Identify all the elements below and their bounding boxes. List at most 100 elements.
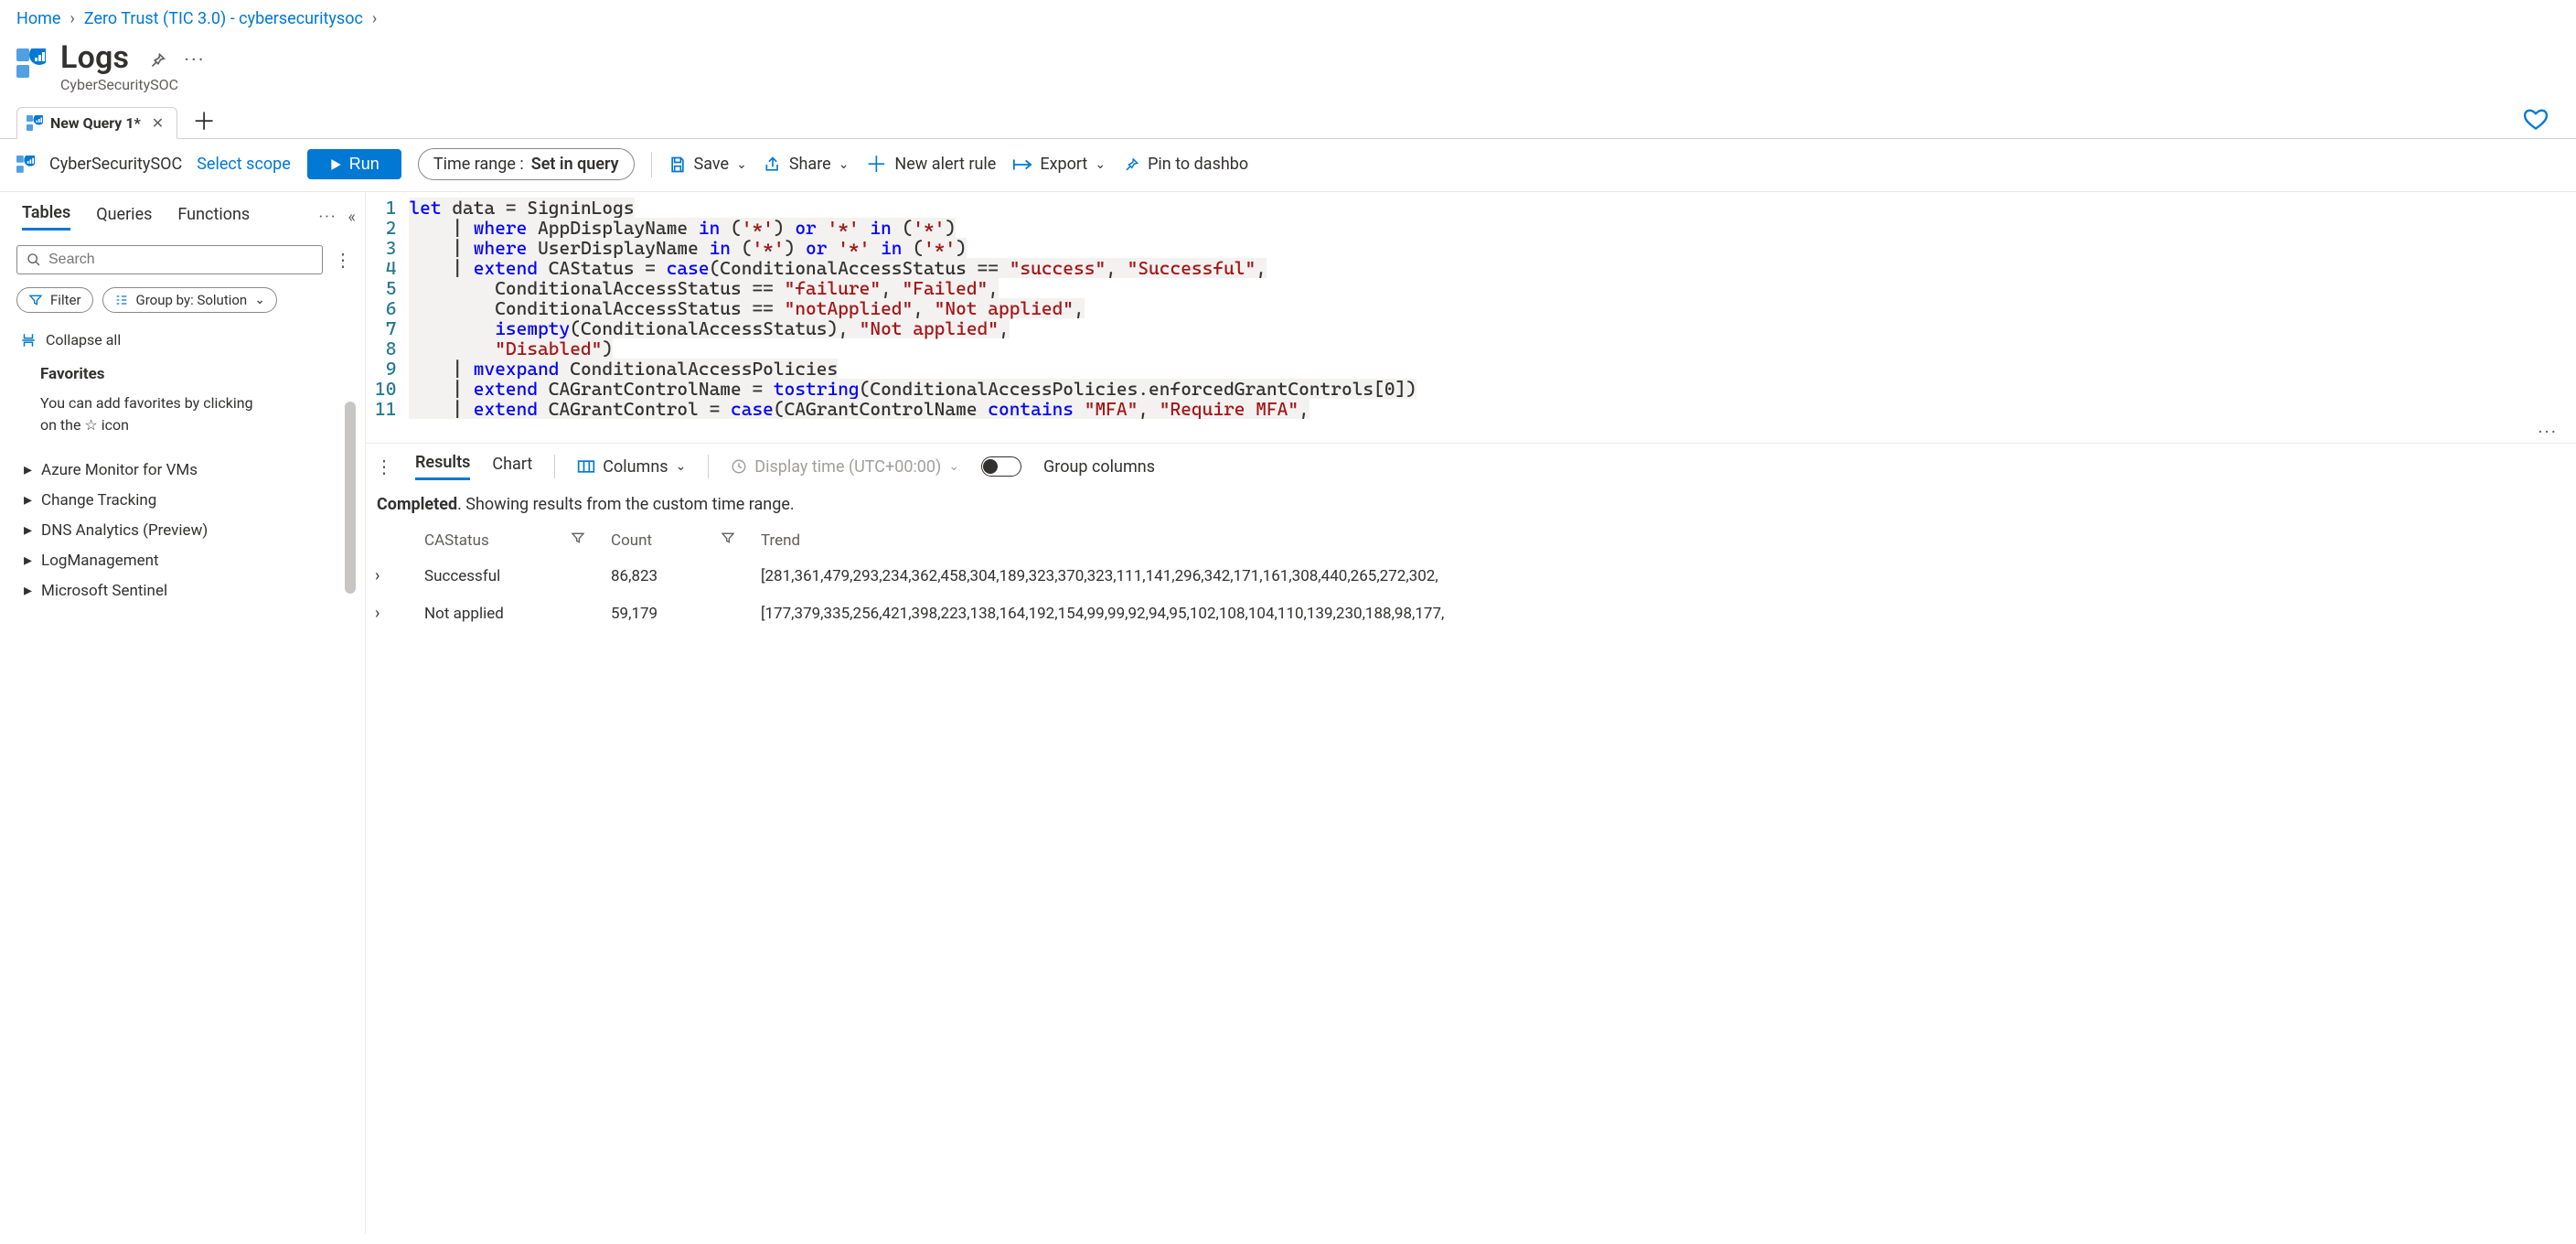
- more-icon[interactable]: ···: [318, 208, 337, 227]
- pin-to-dashboard-button[interactable]: Pin to dashbo: [1122, 155, 1248, 174]
- chevron-down-icon: ⌄: [254, 293, 265, 307]
- column-header-trend[interactable]: Trend: [761, 531, 2567, 550]
- query-editor[interactable]: 1234567891011 let data = SigninLogs | wh…: [366, 192, 2576, 421]
- query-tab-strip: New Query 1* ✕ ＋: [0, 106, 2576, 138]
- chevron-right-icon: ▸: [24, 520, 32, 540]
- select-scope-link[interactable]: Select scope: [197, 155, 291, 174]
- time-range-value: Set in query: [531, 155, 619, 174]
- group-icon: [114, 293, 129, 307]
- breadcrumb-item[interactable]: Zero Trust (TIC 3.0) - cybersecuritysoc: [84, 9, 363, 28]
- pin-icon: [1122, 156, 1140, 174]
- query-tab[interactable]: New Query 1* ✕: [16, 107, 177, 139]
- save-label: Save: [694, 155, 730, 174]
- favorites-help-line2: on the ☆ icon: [40, 416, 129, 434]
- save-button[interactable]: Save ⌄: [668, 155, 747, 174]
- chart-tab[interactable]: Chart: [492, 455, 532, 479]
- share-button[interactable]: Share ⌄: [764, 155, 850, 174]
- time-range-button[interactable]: Time range : Set in query: [418, 148, 635, 180]
- tree-item-label: Microsoft Sentinel: [41, 582, 167, 600]
- chevron-right-icon: ▸: [24, 551, 32, 570]
- sidebar: Tables Queries Functions ··· « ⋮ Filter …: [0, 192, 366, 1234]
- table-row[interactable]: › Not applied 59,179 [177,379,335,256,42…: [375, 595, 2567, 632]
- tree-item[interactable]: ▸ Azure Monitor for VMs: [16, 455, 343, 485]
- collapse-all-button[interactable]: Collapse all: [20, 331, 356, 349]
- favorites-help-line1: You can add favorites by clicking: [40, 394, 253, 412]
- expand-row-icon[interactable]: ›: [375, 604, 415, 623]
- cell-castatus: Not applied: [424, 605, 561, 623]
- status-line: Completed. Showing results from the cust…: [366, 486, 2576, 523]
- filter-icon[interactable]: [571, 531, 602, 550]
- chevron-right-icon: ▸: [24, 460, 32, 479]
- group-by-button[interactable]: Group by: Solution ⌄: [102, 287, 277, 313]
- pin-label: Pin to dashbo: [1148, 155, 1248, 174]
- display-time-button[interactable]: Display time (UTC+00:00) ⌄: [731, 457, 959, 477]
- new-alert-rule-button[interactable]: ＋ New alert rule: [865, 155, 996, 174]
- export-icon: [1012, 157, 1032, 172]
- chevron-right-icon: ▸: [24, 490, 32, 509]
- columns-button[interactable]: Columns ⌄: [577, 457, 686, 477]
- chevron-right-icon: ›: [69, 9, 74, 28]
- expand-row-icon[interactable]: ›: [375, 566, 415, 585]
- sidebar-tab-tables[interactable]: Tables: [22, 203, 70, 231]
- export-button[interactable]: Export ⌄: [1012, 155, 1106, 174]
- query-toolbar: CyberSecuritySOC Select scope Run Time r…: [0, 139, 2576, 191]
- collapse-icon: [20, 332, 37, 349]
- save-icon: [668, 156, 687, 174]
- tree-item[interactable]: ▸ Microsoft Sentinel: [16, 575, 343, 606]
- chevron-right-icon: ›: [372, 9, 377, 28]
- logs-icon: [16, 48, 46, 81]
- share-label: Share: [789, 155, 831, 174]
- favorites-heading: Favorites: [40, 365, 343, 383]
- pin-icon[interactable]: [147, 50, 167, 70]
- status-completed: Completed: [377, 495, 457, 514]
- column-header-count[interactable]: Count: [611, 531, 652, 550]
- group-columns-toggle[interactable]: [981, 456, 1021, 477]
- column-header-castatus[interactable]: CAStatus: [424, 531, 489, 550]
- favorite-icon[interactable]: [2523, 106, 2549, 138]
- ellipsis-icon: ···: [366, 421, 2576, 443]
- filter-icon[interactable]: [721, 531, 752, 550]
- export-label: Export: [1040, 155, 1087, 174]
- group-columns-label: Group columns: [1043, 457, 1155, 477]
- page-subtitle: CyberSecuritySOC: [60, 76, 206, 93]
- results-tab[interactable]: Results: [415, 453, 470, 480]
- sidebar-tab-queries[interactable]: Queries: [96, 205, 152, 230]
- filter-icon: [28, 293, 43, 307]
- close-icon[interactable]: ✕: [148, 114, 167, 132]
- collapse-panel-icon[interactable]: «: [348, 208, 356, 227]
- tree-item[interactable]: ▸Change Tracking: [16, 485, 343, 515]
- clock-icon: [731, 458, 747, 475]
- tree-item[interactable]: ▸ LogManagement: [16, 545, 343, 575]
- group-by-label: Group by: Solution: [136, 292, 248, 308]
- query-tab-label: New Query 1*: [50, 114, 141, 132]
- tree-item[interactable]: ▸ DNS Analytics (Preview): [16, 515, 343, 545]
- scrollbar-thumb[interactable]: [345, 402, 356, 594]
- cell-trend: [177,379,335,256,421,398,223,138,164,192…: [761, 605, 2567, 623]
- more-icon[interactable]: ···: [184, 49, 205, 72]
- tree-item-label: LogManagement: [41, 552, 159, 570]
- tree-item-label: Azure Monitor for VMs: [41, 461, 198, 479]
- sidebar-tree: Favorites You can add favorites by click…: [16, 361, 356, 1234]
- results-toolbar: ⋮ Results Chart Columns ⌄ Display time (…: [366, 443, 2576, 486]
- columns-label: Columns: [603, 457, 668, 477]
- chevron-down-icon: ⌄: [676, 459, 687, 474]
- chevron-down-icon: ⌄: [736, 157, 747, 172]
- columns-icon: [577, 459, 595, 474]
- tree-item-label: DNS Analytics (Preview): [41, 521, 208, 540]
- table-row[interactable]: › Successful 86,823 [281,361,479,293,234…: [375, 557, 2567, 595]
- run-button[interactable]: Run: [307, 149, 401, 179]
- filter-label: Filter: [50, 292, 81, 308]
- cell-trend: [281,361,479,293,234,362,458,304,189,323…: [761, 567, 2567, 585]
- collapse-all-label: Collapse all: [46, 331, 121, 349]
- search-input[interactable]: [16, 245, 323, 274]
- add-tab-button[interactable]: ＋: [183, 111, 225, 134]
- filter-button[interactable]: Filter: [16, 287, 93, 313]
- chevron-right-icon: ▸: [24, 581, 32, 600]
- breadcrumb-home[interactable]: Home: [16, 9, 60, 28]
- run-button-label: Run: [349, 155, 379, 174]
- new-alert-label: New alert rule: [894, 155, 996, 174]
- drag-handle-icon[interactable]: ⋮: [375, 456, 393, 477]
- cell-castatus: Successful: [424, 567, 561, 585]
- editor-code[interactable]: let data = SigninLogs | where AppDisplay…: [409, 196, 2567, 419]
- sidebar-tab-functions[interactable]: Functions: [177, 205, 250, 230]
